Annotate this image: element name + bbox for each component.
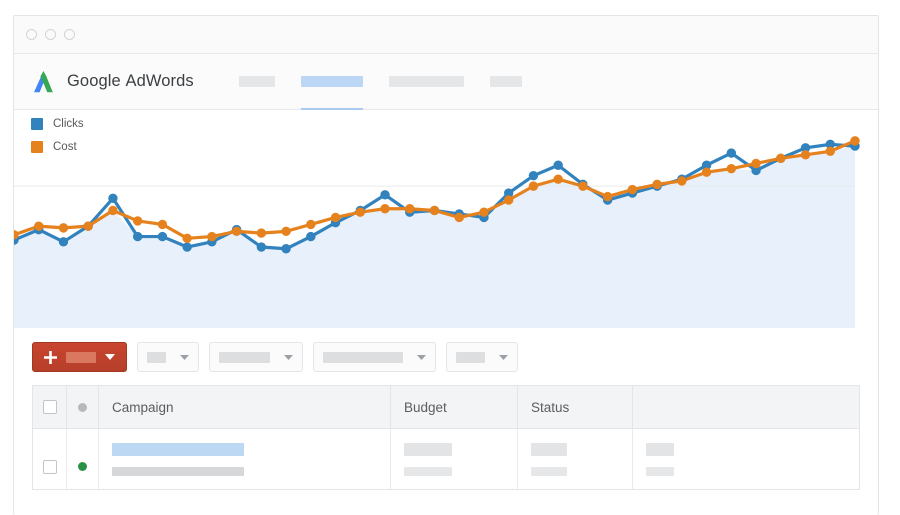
filter-dropdown-2-chevron-down-icon <box>284 354 293 360</box>
filter-dropdown-3[interactable] <box>313 342 436 372</box>
filter-dropdown-1-label <box>147 351 166 363</box>
table-toolbar <box>14 328 878 385</box>
header-select-all[interactable] <box>33 386 67 428</box>
window-titlebar <box>14 16 878 54</box>
adwords-logo-icon <box>32 70 58 94</box>
filter-dropdown-4[interactable] <box>446 342 518 372</box>
header-extra <box>633 386 859 428</box>
status-value-placeholder <box>531 443 567 456</box>
filter-dropdown-3-chevron-down-icon <box>417 354 426 360</box>
filter-dropdown-1[interactable] <box>137 342 199 372</box>
legend-item-cost[interactable]: Cost <box>31 141 84 153</box>
legend-swatch-clicks-icon <box>31 118 43 130</box>
nav-tab-1[interactable] <box>238 54 275 110</box>
nav-tab-3[interactable] <box>388 54 464 110</box>
filter-dropdown-1-chevron-down-icon <box>180 354 189 360</box>
header-status[interactable]: Status <box>518 386 633 428</box>
table-row[interactable] <box>33 429 859 489</box>
extra-sub-placeholder <box>646 467 674 476</box>
row-budget-cell[interactable] <box>391 429 518 489</box>
brand[interactable]: Google AdWords <box>32 70 194 94</box>
filter-dropdown-3-label <box>323 351 403 363</box>
chart-canvas <box>14 136 860 328</box>
maximize-dot-icon[interactable] <box>64 29 75 40</box>
minimize-dot-icon[interactable] <box>45 29 56 40</box>
filter-dropdown-4-chevron-down-icon <box>499 354 508 360</box>
budget-sub-placeholder <box>404 467 452 476</box>
filter-dropdown-2-label <box>219 351 270 363</box>
row-status-dot-cell <box>67 429 99 489</box>
row-select-cell[interactable] <box>33 429 67 489</box>
add-button-label <box>66 351 96 363</box>
legend-swatch-cost-icon <box>31 141 43 153</box>
header-status-dot <box>67 386 99 428</box>
nav-tab-4-label <box>489 76 522 87</box>
performance-chart: Clicks Cost <box>14 110 878 328</box>
nav-tab-2[interactable] <box>300 54 363 112</box>
nav-tab-2-label <box>300 76 363 87</box>
header-campaign[interactable]: Campaign <box>99 386 391 428</box>
status-enabled-circle-icon <box>78 462 87 471</box>
brand-google: Google <box>67 72 121 90</box>
brand-title: Google AdWords <box>67 72 194 91</box>
main-nav <box>238 54 522 112</box>
select-all-checkbox[interactable] <box>42 400 57 414</box>
brand-adwords: AdWords <box>125 72 194 90</box>
table-header-row: Campaign Budget Status <box>33 386 859 429</box>
legend-label-clicks: Clicks <box>53 118 84 130</box>
campaign-name-placeholder <box>112 443 244 456</box>
campaign-sub-placeholder <box>112 467 244 476</box>
legend-item-clicks[interactable]: Clicks <box>31 118 84 130</box>
extra-value-placeholder <box>646 443 674 456</box>
adwords-screenshot: Google AdWords Clicks Cost Campaign Budg… <box>0 0 900 515</box>
legend-label-cost: Cost <box>53 141 77 153</box>
browser-window: Google AdWords Clicks Cost Campaign Budg… <box>13 15 879 515</box>
app-header: Google AdWords <box>14 54 878 112</box>
row-extra-cell[interactable] <box>633 429 859 489</box>
filter-dropdown-4-label <box>456 351 485 363</box>
chart-legend: Clicks Cost <box>31 118 84 164</box>
budget-value-placeholder <box>404 443 452 456</box>
add-button-chevron-down-icon[interactable] <box>105 354 115 360</box>
close-dot-icon[interactable] <box>26 29 37 40</box>
filter-dropdown-2[interactable] <box>209 342 303 372</box>
nav-tab-1-label <box>238 76 275 87</box>
nav-tab-4[interactable] <box>489 54 522 110</box>
header-budget[interactable]: Budget <box>391 386 518 428</box>
row-status-cell[interactable] <box>518 429 633 489</box>
status-circle-icon <box>78 402 87 412</box>
nav-tab-3-label <box>388 76 464 87</box>
row-checkbox[interactable] <box>42 459 57 474</box>
row-campaign-cell[interactable] <box>99 429 391 489</box>
status-sub-placeholder <box>531 467 567 476</box>
plus-icon <box>44 350 57 364</box>
add-campaign-button[interactable] <box>32 342 127 372</box>
campaigns-table: Campaign Budget Status <box>32 385 860 490</box>
